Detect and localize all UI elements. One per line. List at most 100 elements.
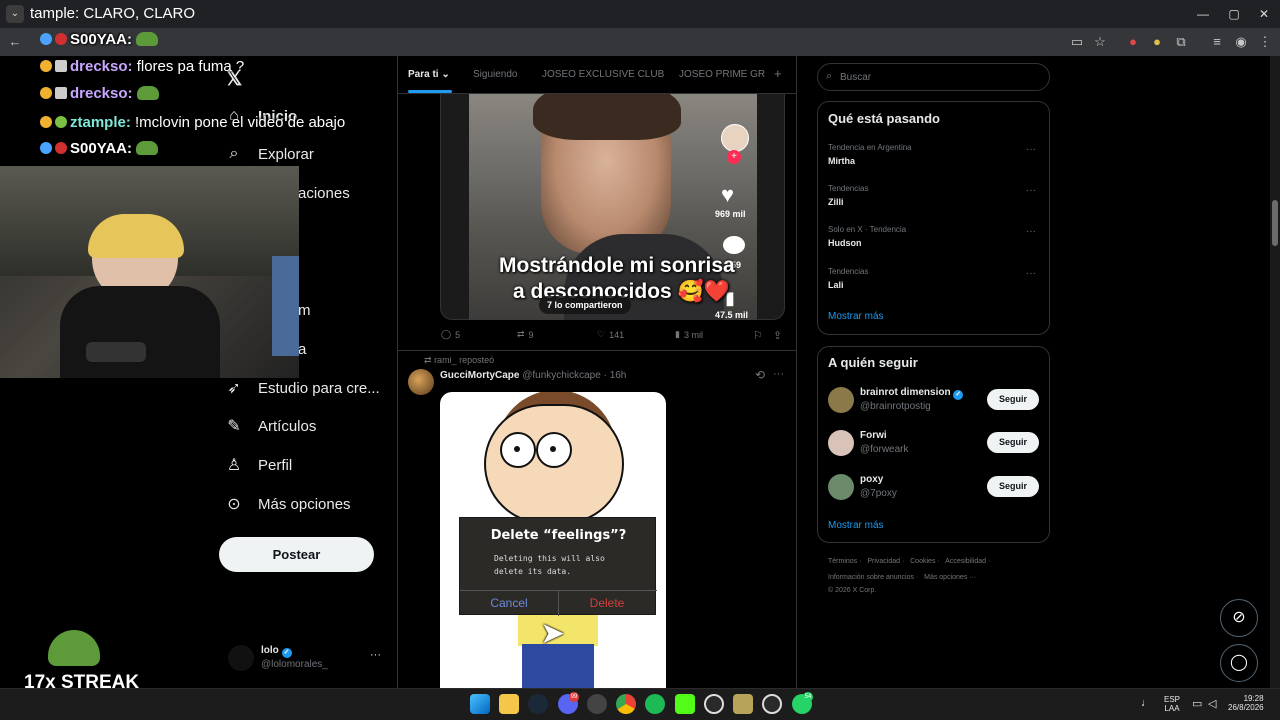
extensions-puzzle-icon[interactable]: ⧉	[1172, 33, 1190, 51]
avatar[interactable]	[828, 474, 854, 500]
back-icon[interactable]: ←	[6, 33, 24, 51]
extension-red-icon[interactable]: ●	[1124, 33, 1142, 51]
trend-name[interactable]: Zilli	[828, 197, 844, 207]
nav-more[interactable]: ⊙ Más opciones	[224, 491, 350, 517]
follow-show-more[interactable]: Mostrar más	[828, 520, 884, 531]
post2-handle[interactable]: @funkychickcape	[522, 370, 601, 381]
nav-articles[interactable]: ✎ Artículos	[224, 413, 316, 439]
follow-button[interactable]: Seguir	[987, 476, 1039, 497]
ccleaner-icon[interactable]	[704, 694, 724, 714]
grok-icon[interactable]: ⟲	[755, 368, 765, 382]
video-comment-icon[interactable]	[723, 236, 745, 254]
chrome-icon[interactable]	[616, 694, 636, 714]
extension-yellow-icon[interactable]: ●	[1148, 33, 1166, 51]
trends-show-more[interactable]: Mostrar más	[828, 311, 884, 322]
post2-image[interactable]: Delete “feelings”? Deleting this will al…	[440, 392, 666, 688]
nav-explore[interactable]: ⌕ Explorar	[224, 141, 314, 167]
footer-accessibility[interactable]: Accesibilidad	[945, 558, 986, 565]
minimize-button[interactable]: —	[1188, 4, 1218, 24]
kick-icon[interactable]	[675, 694, 695, 714]
footer-more[interactable]: Más opciones ···	[924, 574, 976, 581]
post2-avatar[interactable]	[408, 369, 434, 395]
spotify-icon[interactable]	[645, 694, 665, 714]
close-button[interactable]: ✕	[1249, 4, 1279, 24]
account-switcher[interactable]: lolo ✓ @lolomorales_ ···	[228, 643, 388, 675]
grok-float-button[interactable]: ⊘	[1220, 599, 1258, 637]
scrollbar-thumb[interactable]	[1272, 200, 1278, 246]
browser-menu-icon[interactable]: ⋮	[1256, 33, 1274, 51]
nav-profile[interactable]: ♙ Perfil	[224, 452, 292, 478]
volume-icon[interactable]: ◁	[1208, 697, 1216, 710]
post-button[interactable]: Postear	[219, 537, 374, 572]
maximize-button[interactable]: ▢	[1219, 4, 1249, 24]
trends-panel	[817, 101, 1050, 335]
post2-time[interactable]: 16h	[610, 370, 627, 381]
timeline-border-left	[397, 56, 398, 688]
follow-plus-icon[interactable]: +	[727, 150, 741, 164]
avatar[interactable]	[828, 387, 854, 413]
bookmark-icon[interactable]: ⚐	[753, 329, 763, 342]
clock[interactable]: 19:28 26/8/2026	[1228, 694, 1264, 712]
file-explorer-icon[interactable]	[499, 694, 519, 714]
avatar[interactable]	[828, 430, 854, 456]
profile-avatar-icon[interactable]: ◉	[1232, 33, 1250, 51]
tab-search-button[interactable]: ⌄	[6, 5, 24, 23]
rocket-icon: ➶	[227, 380, 241, 397]
frog-badge-icon	[55, 116, 67, 128]
display-icon[interactable]: ▭	[1192, 697, 1202, 710]
follow-name[interactable]: poxy	[860, 474, 883, 485]
follow-name-row[interactable]: brainrot dimension ✓	[860, 387, 964, 400]
trend-more-icon[interactable]: ···	[1026, 268, 1036, 279]
windows-start-icon[interactable]	[470, 694, 490, 714]
language-indicator[interactable]: ESP LAA	[1164, 695, 1180, 713]
nav-articles-label: Artículos	[258, 417, 317, 435]
footer-terms[interactable]: Términos	[828, 558, 857, 565]
app-c-icon[interactable]	[762, 694, 782, 714]
tab-siguiendo[interactable]: Siguiendo	[473, 69, 517, 80]
search-input[interactable]: ⌕ Buscar	[817, 63, 1050, 91]
dialog-delete-button[interactable]: Delete	[558, 596, 656, 610]
app-circle-icon[interactable]	[587, 694, 607, 714]
tab-para-ti[interactable]: Para ti ⌄	[408, 69, 450, 80]
post2-display-name[interactable]: GucciMortyCape	[440, 370, 519, 381]
shared-count-pill[interactable]: 7 lo compartieron	[539, 296, 631, 314]
tab-joseo-prime[interactable]: JOSEO PRIME GR	[679, 69, 765, 80]
page-scrollbar[interactable]	[1270, 56, 1280, 688]
video-heart-icon[interactable]: ♥	[721, 182, 734, 208]
trend-name[interactable]: Mirtha	[828, 156, 855, 166]
steam-icon[interactable]	[528, 694, 548, 714]
trend-more-icon[interactable]: ···	[1026, 144, 1036, 155]
cast-icon[interactable]: ▭	[1068, 33, 1086, 51]
follow-name[interactable]: Forwi	[860, 430, 887, 441]
follow-button[interactable]: Seguir	[987, 432, 1039, 453]
game-app-icon[interactable]	[733, 694, 753, 714]
bookmark-star-icon[interactable]: ☆	[1091, 33, 1109, 51]
microphone-icon[interactable]: ♩	[1141, 697, 1152, 709]
views-button[interactable]: ▮ 3 mil	[675, 329, 703, 340]
video-creator-avatar[interactable]	[721, 124, 749, 152]
repost-context[interactable]: ⇄ rami_ reposteó	[424, 355, 494, 366]
post1-video[interactable]: + ♥ 969 mil 559 ▮ 47.5 mil Mostrándole m…	[469, 94, 757, 320]
footer-cookies[interactable]: Cookies	[910, 558, 935, 565]
reading-list-icon[interactable]: ≡	[1208, 33, 1226, 51]
repost-button[interactable]: ⇄ 9	[517, 329, 534, 340]
trend-more-icon[interactable]: ···	[1026, 226, 1036, 237]
chat-username: drecksо:	[70, 58, 133, 75]
trend-more-icon[interactable]: ···	[1026, 185, 1036, 196]
share-icon[interactable]: ⇪	[773, 329, 782, 342]
messages-float-button[interactable]: ◯	[1220, 644, 1258, 682]
reply-button[interactable]: ◯ 5	[441, 329, 460, 340]
tab-joseo-exclusive[interactable]: JOSEO EXCLUSIVE CLUB	[542, 69, 664, 80]
footer-ads-info[interactable]: Información sobre anuncios	[828, 574, 914, 581]
nav-creator-studio[interactable]: ➶ Estudio para cre...	[224, 375, 379, 401]
trend-name[interactable]: Lali	[828, 280, 844, 290]
follow-button[interactable]: Seguir	[987, 389, 1039, 410]
dialog-cancel-button[interactable]: Cancel	[460, 596, 558, 610]
account-more-icon[interactable]: ···	[370, 649, 381, 661]
footer-privacy[interactable]: Privacidad	[867, 558, 900, 565]
like-button[interactable]: ♡ 141	[597, 329, 624, 340]
trend-name[interactable]: Hudson	[828, 238, 862, 248]
post2-more-icon[interactable]: ···	[773, 368, 784, 380]
browser-tab-title[interactable]: tample: CLARO, CLARO	[30, 5, 195, 22]
add-tab-plus-icon[interactable]: +	[774, 66, 782, 81]
